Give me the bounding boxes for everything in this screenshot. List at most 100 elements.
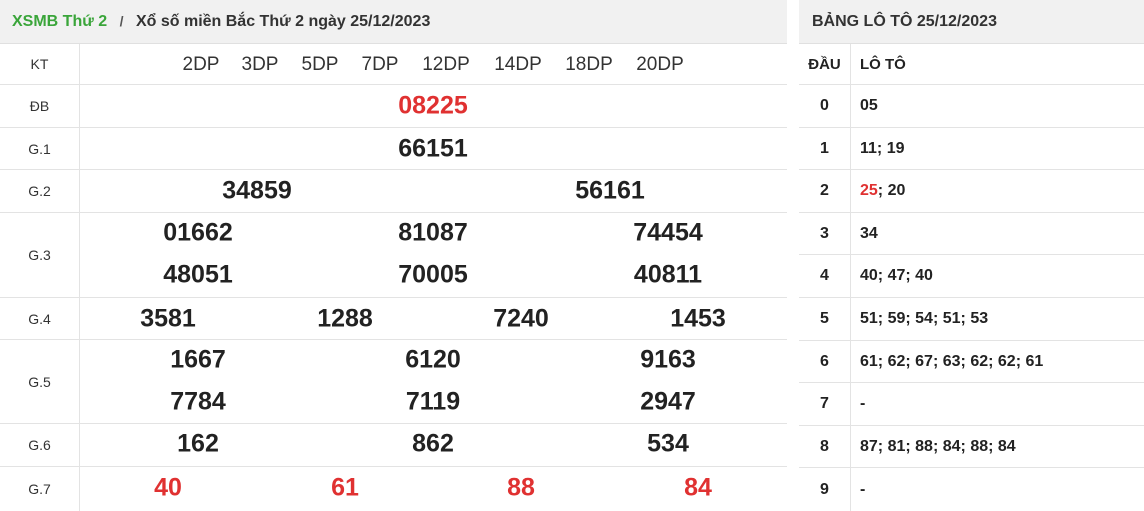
loto-row: 3 34	[799, 213, 1144, 255]
loto-number: 88	[915, 437, 933, 455]
loto-dau: 2	[799, 170, 851, 212]
prize-number: 40811	[633, 260, 703, 289]
prize-label: G.4	[0, 298, 80, 339]
loto-dau: 1	[799, 128, 851, 169]
prize-label: G.5	[0, 340, 80, 423]
results-panel: XSMB Thứ 2 / Xổ số miền Bắc Thứ 2 ngày 2…	[0, 0, 787, 511]
special-prize-number: 08225	[398, 91, 468, 120]
loto-separator: ;	[877, 352, 888, 370]
loto-numbers: 25; 20	[860, 170, 905, 212]
prize-number: 88	[507, 473, 535, 502]
prize-label: ĐB	[0, 85, 80, 127]
breadcrumb-home-link[interactable]: XSMB Thứ 2	[12, 13, 107, 30]
loto-separator: ;	[876, 139, 887, 157]
loto-number: 40	[915, 267, 933, 284]
loto-number: 87	[860, 437, 878, 455]
kt-code: 5DP	[301, 54, 339, 75]
loto-dau: 5	[799, 298, 851, 340]
prize-number: 6120	[405, 345, 461, 374]
prize-label: G.6	[0, 424, 80, 466]
loto-header: BẢNG LÔ TÔ 25/12/2023	[799, 0, 1144, 44]
loto-numbers: 61; 62; 67; 63; 62; 62; 61	[860, 341, 1043, 382]
loto-number: 88	[970, 437, 989, 455]
loto-number: 59	[887, 310, 906, 327]
loto-separator: ;	[932, 310, 943, 327]
prize-number: 2947	[640, 387, 696, 416]
loto-numbers: 05	[860, 85, 878, 127]
loto-number: 62	[887, 352, 906, 370]
breadcrumb-separator: /	[119, 12, 124, 29]
loto-numbers: 11; 19	[860, 128, 905, 169]
loto-number: 67	[915, 352, 933, 370]
prize-number: 1667	[170, 345, 226, 374]
loto-numbers: 51; 59; 54; 51; 53	[860, 298, 988, 340]
prize-row-db: ĐB 08225	[0, 85, 787, 128]
loto-row: 0 05	[799, 85, 1144, 128]
prize-label: G.3	[0, 213, 80, 297]
kt-code: 2DP	[182, 54, 220, 75]
loto-number: 47	[887, 267, 906, 284]
loto-panel: BẢNG LÔ TÔ 25/12/2023 ĐẦU LÔ TÔ 0 05 1 11; …	[799, 0, 1144, 511]
loto-number: 61	[860, 352, 878, 370]
loto-number: 51	[942, 310, 961, 327]
loto-number: 54	[915, 310, 933, 327]
loto-numbers: -	[860, 383, 865, 425]
col-loto-header: LÔ TÔ	[860, 55, 906, 73]
loto-number: 51	[860, 310, 878, 327]
loto-separator: ;	[877, 437, 888, 455]
loto-dau: 9	[799, 468, 851, 511]
loto-number: 84	[997, 437, 1016, 455]
loto-column-headers: ĐẦU LÔ TÔ	[799, 44, 1144, 85]
loto-separator: ;	[877, 310, 888, 327]
loto-numbers: 40; 47; 40	[860, 255, 933, 297]
loto-separator: ;	[932, 437, 943, 455]
kt-row: KT 2DP 3DP 5DP 7DP 12DP 14DP 18DP 20DP	[0, 44, 787, 85]
loto-number: -	[860, 395, 866, 412]
loto-row: 2 25; 20	[799, 170, 1144, 213]
prize-number: 81087	[398, 218, 468, 247]
loto-separator: ;	[932, 352, 943, 370]
loto-dau: 4	[799, 255, 851, 297]
prize-label: G.2	[0, 170, 80, 212]
prize-row-g6: G.6 162 862 534	[0, 424, 787, 467]
loto-dau: 7	[799, 383, 851, 425]
prize-number: 162	[177, 429, 219, 458]
prize-row-g1: G.1 66151	[0, 128, 787, 170]
prize-number: 7784	[170, 387, 226, 416]
loto-number: 40	[860, 267, 878, 284]
loto-row: 1 11; 19	[799, 128, 1144, 170]
loto-number: 63	[942, 352, 961, 370]
loto-separator: ;	[905, 267, 916, 284]
col-dau-header: ĐẦU	[799, 44, 851, 84]
loto-separator: ;	[1015, 352, 1026, 370]
loto-number: 81	[887, 437, 906, 455]
page-title: Xổ số miền Bắc Thứ 2 ngày 25/12/2023	[135, 12, 431, 30]
loto-numbers: 87; 81; 88; 84; 88; 84	[860, 426, 1016, 467]
loto-number: 34	[860, 224, 878, 242]
prize-number: 01662	[163, 218, 233, 247]
prize-number: 3581	[140, 304, 196, 333]
prize-number: 61	[331, 473, 359, 502]
loto-number: 53	[970, 310, 989, 327]
loto-number: 11	[860, 139, 877, 157]
loto-dau: 3	[799, 213, 851, 254]
loto-separator: ;	[960, 437, 971, 455]
loto-number: 05	[860, 97, 878, 114]
loto-separator: ;	[877, 267, 888, 284]
prize-number: 48051	[163, 260, 233, 289]
prize-number: 66151	[398, 134, 468, 163]
loto-number: -	[860, 480, 866, 498]
loto-number: 62	[970, 352, 989, 370]
loto-number: 20	[887, 182, 906, 199]
prize-number: 84	[684, 473, 712, 502]
prize-row-g3: G.3 01662 81087 74454 48051 70005 40811	[0, 213, 787, 298]
prize-row-g7: G.7 40 61 88 84	[0, 467, 787, 511]
loto-row: 5 51; 59; 54; 51; 53	[799, 298, 1144, 341]
prize-number: 7119	[405, 387, 461, 416]
kt-code: 14DP	[494, 54, 542, 75]
kt-code: 7DP	[361, 54, 399, 75]
prize-number: 56161	[575, 176, 645, 205]
loto-separator: ;	[960, 352, 971, 370]
prize-number: 74454	[633, 218, 703, 247]
loto-number: 25	[860, 182, 878, 199]
